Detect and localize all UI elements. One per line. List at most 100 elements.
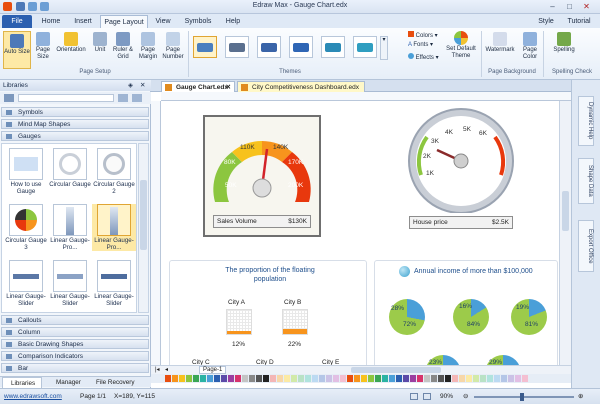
color-swatch[interactable] bbox=[375, 375, 381, 382]
color-swatch[interactable] bbox=[417, 375, 423, 382]
fonts-button[interactable]: A Fonts ▾ bbox=[408, 42, 442, 49]
color-swatch[interactable] bbox=[291, 375, 297, 382]
category-bar[interactable]: Bar bbox=[1, 363, 149, 373]
color-swatch[interactable] bbox=[431, 375, 437, 382]
color-swatch[interactable] bbox=[396, 375, 402, 382]
color-swatch[interactable] bbox=[347, 375, 353, 382]
style-menu[interactable]: Style bbox=[533, 15, 559, 28]
color-swatch[interactable] bbox=[480, 375, 486, 382]
color-swatch[interactable] bbox=[424, 375, 430, 382]
effects-button[interactable]: Effects ▾ bbox=[408, 53, 442, 62]
color-swatch[interactable] bbox=[221, 375, 227, 382]
color-swatch[interactable] bbox=[207, 375, 213, 382]
color-swatch[interactable] bbox=[172, 375, 178, 382]
gauge-sales-volume[interactable]: 50K 80K 110K 140K 170K 200K Sales Volume… bbox=[203, 115, 321, 237]
export-office-panel-tab[interactable]: Export Office bbox=[578, 220, 594, 272]
theme-1[interactable] bbox=[193, 36, 217, 58]
shape-linear-gauge-pro-1[interactable]: Linear Gauge-Pro... bbox=[48, 204, 92, 251]
set-default-theme-button[interactable]: Set Default Theme bbox=[443, 31, 479, 60]
color-swatch[interactable] bbox=[459, 375, 465, 382]
floating-population-panel[interactable]: The proportion of the floating populatio… bbox=[169, 260, 367, 373]
fit-width-icon[interactable] bbox=[423, 393, 431, 400]
color-swatch[interactable] bbox=[403, 375, 409, 382]
tab-manager[interactable]: Manager bbox=[48, 377, 81, 388]
color-swatch[interactable] bbox=[312, 375, 318, 382]
shape-linear-gauge-pro-2[interactable]: Linear Gauge-Pro... bbox=[92, 204, 136, 251]
color-swatch[interactable] bbox=[165, 375, 171, 382]
color-swatch[interactable] bbox=[179, 375, 185, 382]
color-swatch[interactable] bbox=[522, 375, 528, 382]
color-swatch[interactable] bbox=[256, 375, 262, 382]
color-swatch[interactable] bbox=[305, 375, 311, 382]
pin-icon[interactable]: ◈ bbox=[128, 80, 133, 91]
zoom-out-button[interactable]: ⊖ bbox=[463, 389, 468, 404]
library-search-input[interactable] bbox=[18, 94, 114, 102]
theme-4[interactable] bbox=[289, 36, 313, 58]
close-button[interactable]: ✕ bbox=[580, 1, 593, 12]
color-swatch[interactable] bbox=[452, 375, 458, 382]
shape-circular-gauge[interactable]: Circular Gauge bbox=[48, 148, 92, 188]
color-swatch[interactable] bbox=[354, 375, 360, 382]
tutorial-menu[interactable]: Tutorial bbox=[562, 15, 596, 28]
fit-page-icon[interactable] bbox=[410, 393, 418, 400]
theme-2[interactable] bbox=[225, 36, 249, 58]
library-scroll-thumb[interactable] bbox=[140, 180, 147, 250]
color-swatch[interactable] bbox=[445, 375, 451, 382]
shape-how-to-use-gauge[interactable]: How to use Gauge bbox=[4, 148, 48, 195]
doc-tab-gauge-chart[interactable]: Gauge Chart.edx ✕ bbox=[161, 81, 235, 92]
watermark-button[interactable]: Watermark bbox=[483, 32, 517, 54]
library-search-icon[interactable] bbox=[132, 94, 142, 102]
tab-view[interactable]: View bbox=[150, 15, 176, 28]
theme-5[interactable] bbox=[321, 36, 345, 58]
category-basic-drawing-shapes[interactable]: Basic Drawing Shapes bbox=[1, 339, 149, 349]
page-number-button[interactable]: Page Number bbox=[161, 32, 185, 61]
doc-tab-city-dashboard[interactable]: City Competitiveness Dashboard.edx bbox=[237, 81, 365, 92]
color-swatch[interactable] bbox=[494, 375, 500, 382]
gauge-house-price[interactable]: 1K 2K 3K 4K 5K 6K House price $2.5K bbox=[399, 103, 523, 239]
category-symbols[interactable]: Symbols bbox=[1, 107, 149, 117]
color-swatch[interactable] bbox=[326, 375, 332, 382]
tab-page-layout[interactable]: Page Layout bbox=[100, 15, 148, 28]
first-page-icon[interactable]: |◂ bbox=[155, 366, 160, 373]
library-scrollbar[interactable] bbox=[138, 143, 149, 313]
library-options-icon[interactable] bbox=[118, 94, 128, 102]
color-swatch[interactable] bbox=[515, 375, 521, 382]
tab-help[interactable]: Help bbox=[219, 15, 247, 28]
tab-file[interactable]: File bbox=[2, 15, 32, 28]
color-swatch[interactable] bbox=[228, 375, 234, 382]
color-swatch[interactable] bbox=[200, 375, 206, 382]
tab-file-recovery[interactable]: File Recovery bbox=[88, 377, 135, 388]
tab-symbols[interactable]: Symbols bbox=[180, 15, 216, 28]
category-callouts[interactable]: Callouts bbox=[1, 315, 149, 325]
color-swatch[interactable] bbox=[319, 375, 325, 382]
theme-3[interactable] bbox=[257, 36, 281, 58]
theme-6[interactable] bbox=[353, 36, 377, 58]
color-swatch[interactable] bbox=[333, 375, 339, 382]
dynamic-help-panel-tab[interactable]: Dynamic Help bbox=[578, 96, 594, 146]
shape-circular-gauge-2[interactable]: Circular Gauge 2 bbox=[92, 148, 136, 195]
vertical-scrollbar[interactable] bbox=[559, 101, 571, 373]
color-swatch[interactable] bbox=[368, 375, 374, 382]
color-swatch[interactable] bbox=[277, 375, 283, 382]
zoom-in-button[interactable]: ⊕ bbox=[578, 389, 583, 404]
category-gauges[interactable]: Gauges bbox=[1, 131, 149, 141]
zoom-slider[interactable] bbox=[474, 393, 574, 401]
category-comparison-indicators[interactable]: Comparison Indicators bbox=[1, 351, 149, 361]
category-mind-map-shapes[interactable]: Mind Map Shapes bbox=[1, 119, 149, 129]
annual-income-panel[interactable]: Annual income of more than $100,000 28% … bbox=[374, 260, 558, 373]
library-menu-icon[interactable] bbox=[4, 94, 14, 102]
spelling-button[interactable]: Spelling bbox=[549, 32, 579, 54]
color-swatch[interactable] bbox=[270, 375, 276, 382]
color-swatch[interactable] bbox=[340, 375, 346, 382]
color-swatch[interactable] bbox=[214, 375, 220, 382]
color-palette[interactable] bbox=[151, 374, 571, 383]
shape-data-panel-tab[interactable]: Shape Data bbox=[578, 158, 594, 204]
shape-linear-gauge-slider-3[interactable]: Linear Gauge-Slider bbox=[92, 260, 136, 307]
unit-button[interactable]: Unit bbox=[90, 32, 110, 54]
orientation-button[interactable]: Orientation bbox=[55, 32, 87, 54]
color-swatch[interactable] bbox=[501, 375, 507, 382]
color-swatch[interactable] bbox=[249, 375, 255, 382]
prev-page-icon[interactable]: ◂ bbox=[165, 366, 168, 373]
color-swatch[interactable] bbox=[193, 375, 199, 382]
close-panel-icon[interactable]: ✕ bbox=[140, 80, 145, 91]
